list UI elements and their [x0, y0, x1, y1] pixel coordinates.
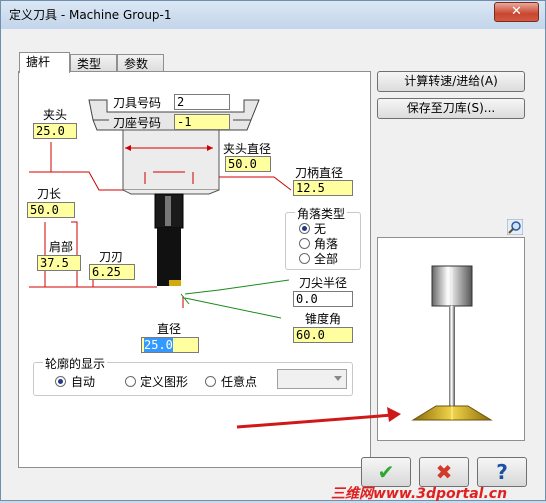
profile-any-point-label: 任意点 [221, 375, 258, 389]
magnifier-icon[interactable] [507, 219, 523, 235]
window-title: 定义刀具 - Machine Group-1 [9, 8, 172, 22]
profile-auto-radio[interactable] [55, 376, 66, 387]
library-number-label: 刀座号码 [113, 116, 162, 130]
shank-diameter-field[interactable]: 12.5 [293, 180, 353, 196]
chuck-label: 夹头 [43, 108, 68, 122]
tab-type[interactable]: 类型 [70, 54, 117, 72]
tool-preview-graphic [411, 265, 493, 421]
profile-display-title: 轮廓的显示 [43, 355, 108, 372]
tool-preview [377, 237, 525, 441]
flute-label: 刀刃 [99, 250, 124, 264]
profile-auto-label: 自动 [71, 375, 96, 389]
taper-label: 锥度角 [305, 312, 342, 326]
title-bar: 定义刀具 - Machine Group-1 ✕ [1, 1, 545, 29]
tip-radius-field[interactable]: 0.0 [293, 291, 353, 307]
calc-speed-feed-button[interactable]: 计算转速/进给(A) [377, 71, 525, 92]
flute-field[interactable]: 6.25 [89, 264, 135, 280]
diameter-field[interactable]: 25.0 [141, 337, 199, 353]
corner-corner-radio[interactable] [299, 238, 310, 249]
tool-number-field[interactable]: 2 [174, 94, 230, 110]
profile-combo[interactable] [277, 369, 347, 389]
dialog-window: 定义刀具 - Machine Group-1 ✕ 搪杆 类型 参数 刀具号码 2… [0, 0, 546, 502]
chuck-diameter-label: 夹头直径 [223, 142, 272, 156]
profile-define-label: 定义图形 [140, 375, 189, 389]
tab-boring-bar[interactable]: 搪杆 [19, 52, 70, 73]
diameter-label: 直径 [157, 322, 182, 336]
corner-none-radio[interactable] [299, 223, 310, 234]
profile-define-radio[interactable] [125, 376, 136, 387]
boring-bar-panel: 刀具号码 2 刀座号码 -1 夹头 25.0 夹头直径 50.0 刀柄直径 12… [18, 71, 371, 468]
shoulder-label: 肩部 [49, 240, 74, 254]
tab-parameters[interactable]: 参数 [117, 54, 164, 72]
taper-field[interactable]: 60.0 [293, 327, 353, 343]
watermark: 三维网www.3dportal.cn [331, 486, 508, 502]
save-to-library-button[interactable]: 保存至刀库(S)... [377, 98, 525, 119]
tool-length-field[interactable]: 50.0 [27, 202, 75, 218]
tip-radius-label: 刀尖半径 [299, 276, 348, 290]
corner-full-radio[interactable] [299, 253, 310, 264]
chevron-down-icon [334, 376, 342, 381]
chuck-diameter-field[interactable]: 50.0 [225, 156, 271, 172]
shank-diameter-label: 刀柄直径 [295, 166, 344, 180]
tool-number-label: 刀具号码 [113, 96, 162, 110]
profile-any-point-radio[interactable] [205, 376, 216, 387]
tool-length-label: 刀长 [37, 187, 62, 201]
corner-full-label: 全部 [314, 252, 339, 266]
library-number-field[interactable]: -1 [174, 114, 230, 130]
shoulder-field[interactable]: 37.5 [37, 255, 81, 271]
close-button[interactable]: ✕ [494, 2, 539, 22]
chuck-field[interactable]: 25.0 [33, 123, 77, 139]
